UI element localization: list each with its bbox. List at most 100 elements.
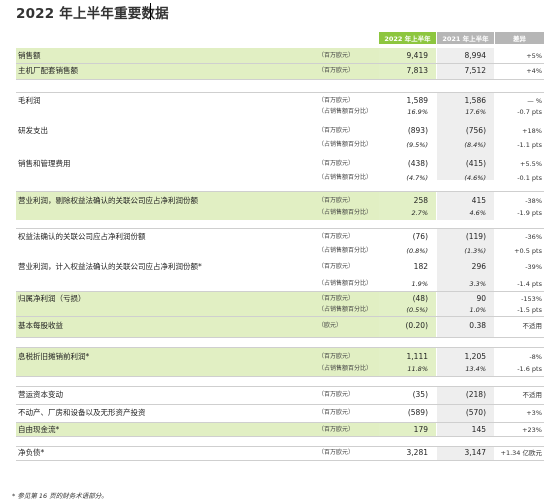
row-label: 营运资本变动 xyxy=(18,390,63,399)
value-2022: (893) xyxy=(407,126,428,135)
value-2022: 11.8% xyxy=(407,365,428,373)
rule xyxy=(16,460,544,461)
row-unit: （百万欧元） xyxy=(318,52,355,59)
row-unit: （百万欧元） xyxy=(318,391,355,398)
row-unit: （占销售额百分比） xyxy=(318,141,373,148)
value-change: -0.1 pts xyxy=(517,174,542,182)
table-row: 自由现金流* （百万欧元） 179 145 +23% xyxy=(16,424,544,436)
row-label: 不动产、厂房和设备以及无形资产投资 xyxy=(18,408,146,417)
row-label: 研发支出 xyxy=(18,126,48,135)
row-unit: （占销售额百分比） xyxy=(318,306,373,313)
value-2021: 415 xyxy=(471,196,486,205)
row-label: 营业利润，剔除权益法确认的关联公司应占净利润份额 xyxy=(18,196,198,205)
value-2021: 3,147 xyxy=(464,448,486,457)
row-unit: （占销售额百分比） xyxy=(318,365,373,372)
value-2022: 3,281 xyxy=(406,448,428,457)
value-2021: 1,205 xyxy=(464,352,486,361)
value-2021: 0.38 xyxy=(469,321,486,330)
row-unit: （百万欧元） xyxy=(318,449,355,456)
value-2022: 182 xyxy=(413,262,428,271)
footnote: * 参见第 16 页的财务术语部分。 xyxy=(12,492,108,500)
row-label: 权益法确认的关联公司应占净利润份额 xyxy=(18,232,146,241)
value-2022: (76) xyxy=(412,232,428,241)
rule xyxy=(16,376,544,377)
value-2022: 9,419 xyxy=(406,51,428,60)
rule xyxy=(16,316,544,317)
rule xyxy=(16,347,544,348)
value-change: 不适用 xyxy=(522,322,543,330)
value-change: -1.5 pts xyxy=(517,306,542,314)
value-2021: 296 xyxy=(471,262,486,271)
value-2021: 7,512 xyxy=(464,66,486,75)
rule xyxy=(16,191,544,192)
value-2022: (4.7%) xyxy=(406,174,428,182)
table-row: （占销售额百分比） (0.5%) 1.0% -1.5 pts xyxy=(16,304,544,316)
row-unit: （百万欧元） xyxy=(318,233,355,240)
value-change: -0.7 pts xyxy=(517,108,542,116)
value-2022: 16.9% xyxy=(407,108,428,116)
row-unit: （占销售额百分比） xyxy=(318,280,373,287)
rule xyxy=(16,436,544,437)
row-label: 主机厂配套销售额 xyxy=(18,66,78,75)
table-row: 营业利润，剔除权益法确认的关联公司应占净利润份额 （百万欧元） 258 415 … xyxy=(16,195,544,207)
row-label: 息税折旧摊销前利润* xyxy=(18,352,90,361)
row-unit: （占销售额百分比） xyxy=(318,247,373,254)
value-2022: (589) xyxy=(407,408,428,417)
value-2022: (35) xyxy=(412,390,428,399)
table-row: （占销售额百分比） 2.7% 4.6% -1.9 pts xyxy=(16,207,544,219)
value-2021: (218) xyxy=(465,390,486,399)
row-unit: （欧元） xyxy=(318,322,343,329)
table-row: 研发支出 （百万欧元） (893) (756) +18% xyxy=(16,125,544,137)
rule xyxy=(16,92,544,93)
row-unit: （占销售额百分比） xyxy=(318,108,373,115)
row-label: 销售和管理费用 xyxy=(18,159,71,168)
value-change: -1.6 pts xyxy=(517,365,542,373)
table-row: 销售额 （百万欧元） 9,419 8,994 +5% xyxy=(16,50,544,62)
value-2021: (4.6%) xyxy=(464,174,486,182)
table-row: （占销售额百分比） (0.8%) (1.3%) +0.5 pts xyxy=(16,245,544,257)
value-change: +4% xyxy=(526,67,542,75)
row-label: 销售额 xyxy=(18,51,41,60)
row-unit: （占销售额百分比） xyxy=(318,174,373,181)
rule xyxy=(16,291,544,292)
table-row: （占销售额百分比） 16.9% 17.6% -0.7 pts xyxy=(16,106,544,118)
table-row: 营业利润，计入权益法确认的关联公司应占净利润份额* （百万欧元） 182 296… xyxy=(16,261,544,273)
row-unit: （占销售额百分比） xyxy=(318,209,373,216)
value-2021: (756) xyxy=(465,126,486,135)
row-unit: （百万欧元） xyxy=(318,127,355,134)
value-2021: 13.4% xyxy=(465,365,486,373)
column-header-change: 差异 xyxy=(495,32,544,44)
table-row: 不动产、厂房和设备以及无形资产投资 （百万欧元） (589) (570) +3% xyxy=(16,407,544,419)
rule xyxy=(16,337,544,338)
value-2021: 4.6% xyxy=(469,209,486,217)
table-row: 营运资本变动 （百万欧元） (35) (218) 不适用 xyxy=(16,389,544,401)
table-row: 销售和管理费用 （百万欧元） (438) (415) +5.5% xyxy=(16,158,544,170)
value-2022: (9.5%) xyxy=(406,141,428,149)
value-change: +5.5% xyxy=(520,160,542,168)
value-2022: 258 xyxy=(413,196,428,205)
value-2022: (0.5%) xyxy=(406,306,428,314)
row-label: 净负债* xyxy=(18,448,45,457)
value-change: +23% xyxy=(522,426,542,434)
value-2022: 179 xyxy=(413,425,428,434)
value-2021: (119) xyxy=(465,232,486,241)
value-change: -38% xyxy=(525,197,542,205)
rule xyxy=(16,422,544,423)
row-unit: （百万欧元） xyxy=(318,263,355,270)
value-2022: 7,813 xyxy=(406,66,428,75)
table-row: 主机厂配套销售额 （百万欧元） 7,813 7,512 +4% xyxy=(16,65,544,77)
value-change: -8% xyxy=(529,353,542,361)
value-change: 不适用 xyxy=(522,391,543,399)
value-2021: 145 xyxy=(471,425,486,434)
row-unit: （百万欧元） xyxy=(318,409,355,416)
value-change: +18% xyxy=(522,127,542,135)
rule xyxy=(16,63,544,64)
value-2022: 1,111 xyxy=(406,352,428,361)
row-label: 基本每股收益 xyxy=(18,321,63,330)
table-row: （占销售额百分比） 11.8% 13.4% -1.6 pts xyxy=(16,363,544,375)
rule xyxy=(16,386,544,387)
rule xyxy=(16,79,544,80)
value-change: -39% xyxy=(525,263,542,271)
table-row: （占销售额百分比） 1.9% 3.3% -1.4 pts xyxy=(16,278,544,290)
value-change: -1.1 pts xyxy=(517,141,542,149)
